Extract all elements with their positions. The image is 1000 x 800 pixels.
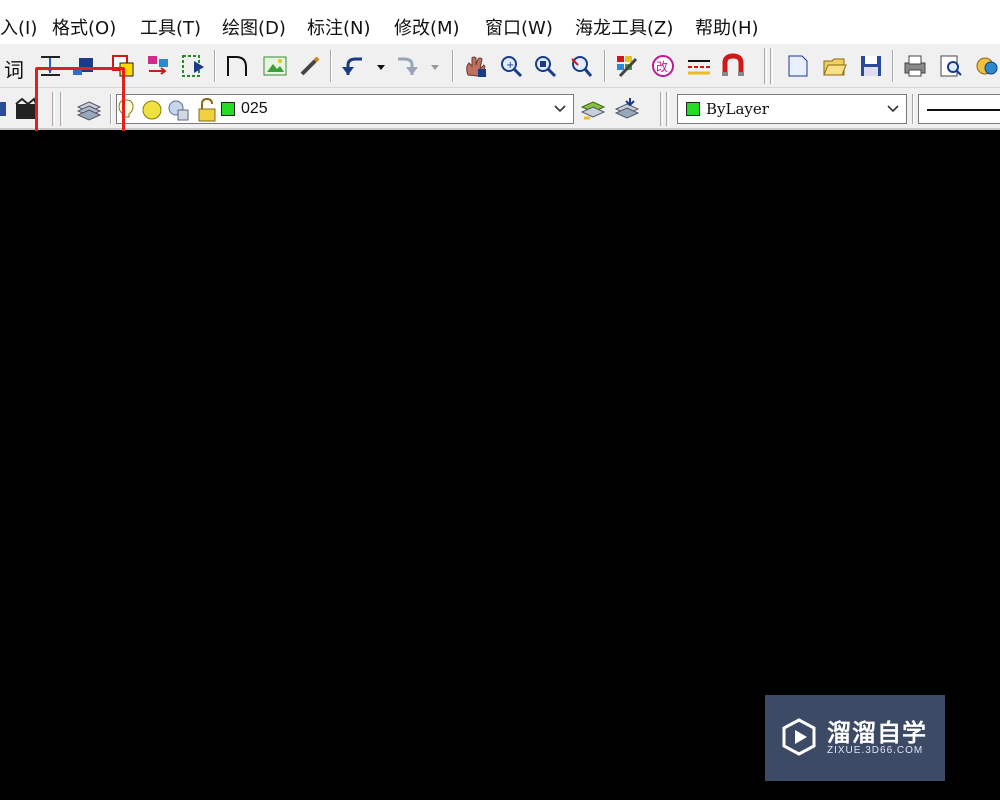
play-logo-icon [779, 717, 819, 757]
watermark-title: 溜溜自学 [827, 719, 927, 747]
explode-icon[interactable] [145, 53, 171, 79]
toolbar-grip[interactable] [770, 48, 773, 84]
make-object-layer-current-icon[interactable] [580, 96, 606, 122]
layer-dropdown[interactable]: 025 [116, 94, 574, 124]
open-file-icon[interactable] [822, 53, 848, 79]
undo-icon[interactable] [340, 53, 366, 79]
layer-thaw-sun-icon[interactable] [139, 97, 165, 123]
menu-window[interactable]: 窗口(W) [485, 14, 553, 40]
chevron-down-icon[interactable] [886, 102, 900, 116]
partial-icon[interactable] [0, 96, 8, 122]
menu-draw[interactable]: 绘图(D) [222, 14, 286, 40]
layers-toolbar: 025 ByLayer [0, 88, 1000, 130]
arc-icon[interactable] [224, 53, 250, 79]
standard-toolbar: 词 + 改 [0, 44, 1000, 88]
properties-icon[interactable] [614, 53, 640, 79]
image-icon[interactable] [262, 53, 288, 79]
menu-modify[interactable]: 修改(M) [394, 14, 460, 40]
current-layer-name: 025 [241, 100, 268, 117]
pencil-icon[interactable] [297, 53, 323, 79]
layer-previous-icon[interactable] [614, 96, 640, 122]
separator [214, 50, 216, 82]
linetype-icon[interactable] [686, 53, 712, 79]
toolbar-grip[interactable] [660, 92, 663, 126]
pan-hand-icon[interactable] [462, 53, 488, 79]
separator [330, 50, 332, 82]
publish-icon[interactable] [974, 53, 1000, 79]
redo-dropdown-icon[interactable] [428, 53, 442, 79]
svg-text:+: + [506, 60, 514, 71]
separator [892, 50, 894, 82]
menu-hailong-tools[interactable]: 海龙工具(Z) [575, 14, 673, 40]
color-control-dropdown[interactable]: ByLayer [677, 94, 907, 124]
title-bar [0, 0, 1000, 8]
zoom-realtime-icon[interactable]: + [498, 53, 524, 79]
separator [604, 50, 606, 82]
menu-format[interactable]: 格式(O) [52, 14, 116, 40]
separator [452, 50, 454, 82]
block-editor-icon[interactable] [180, 53, 206, 79]
linetype-control-dropdown[interactable] [918, 94, 1000, 124]
layer-viewport-icon[interactable] [165, 97, 191, 123]
linetype-preview [927, 109, 1000, 111]
menu-help[interactable]: 帮助(H) [695, 14, 759, 40]
redo-icon[interactable] [394, 53, 420, 79]
svg-text:改: 改 [656, 60, 668, 74]
menu-bar: 入(I) 格式(O) 工具(T) 绘图(D) 标注(N) 修改(M) 窗口(W)… [0, 8, 1000, 44]
color-value: ByLayer [706, 100, 769, 118]
save-icon[interactable] [858, 53, 884, 79]
color-swatch [686, 102, 700, 116]
layer-unlock-icon[interactable] [193, 97, 219, 123]
zoom-previous-icon[interactable] [568, 53, 594, 79]
watermark: 溜溜自学 ZIXUE.3D66.COM [765, 695, 945, 781]
watermark-subtitle: ZIXUE.3D66.COM [827, 745, 924, 756]
menu-dimension[interactable]: 标注(N) [307, 14, 371, 40]
print-icon[interactable] [902, 53, 928, 79]
separator [912, 94, 914, 124]
toolbar-grip[interactable] [666, 92, 669, 126]
magnet-icon[interactable] [720, 53, 746, 79]
menu-tools[interactable]: 工具(T) [140, 14, 201, 40]
highlight-box [35, 67, 125, 139]
menu-insert[interactable]: 入(I) [0, 14, 37, 40]
print-preview-icon[interactable] [938, 53, 964, 79]
modify-circle-icon[interactable]: 改 [650, 53, 676, 79]
chevron-down-icon[interactable] [553, 102, 567, 116]
zoom-window-icon[interactable] [532, 53, 558, 79]
new-file-icon[interactable] [785, 53, 811, 79]
toolbar-grip[interactable] [764, 48, 767, 84]
toolbar-partial-text: 词 [4, 58, 24, 82]
layer-color-swatch [221, 102, 235, 116]
undo-dropdown-icon[interactable] [374, 53, 388, 79]
